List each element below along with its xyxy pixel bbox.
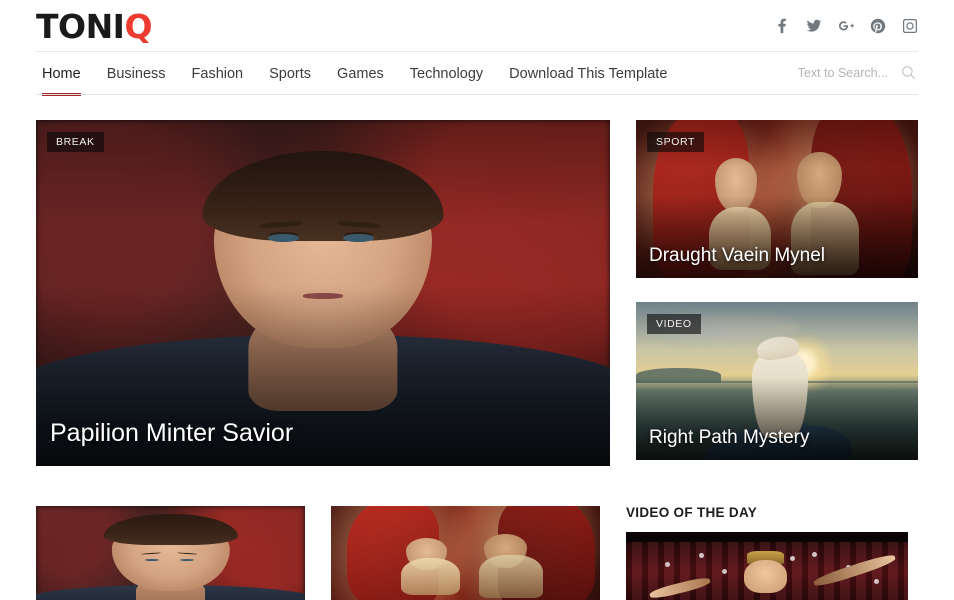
main-navigation: Home Business Fashion Sports Games Techn… [0,52,954,95]
nav-item-business[interactable]: Business [94,52,179,95]
facebook-icon[interactable] [773,18,790,35]
nav-item-download-this-template[interactable]: Download This Template [496,52,680,95]
category-badge-break[interactable]: BREAK [47,132,104,152]
nav-label: Sports [269,66,311,82]
bottom-article-card-2[interactable] [331,506,600,600]
bottom-article-row: VIDEO OF THE DAY [36,506,918,600]
category-badge-sport[interactable]: SPORT [647,132,704,152]
nav-label: Fashion [192,66,244,82]
video-of-the-day-heading: VIDEO OF THE DAY [626,506,908,520]
nav-item-fashion[interactable]: Fashion [179,52,257,95]
nav-label: Business [107,66,166,82]
logo-accent-text: Q [124,7,152,46]
search-box [768,63,918,85]
pinterest-icon[interactable] [869,18,886,35]
side-article-card-2[interactable]: VIDEO Right Path Mystery [636,302,918,460]
side-article-title-2[interactable]: Right Path Mystery [649,427,902,449]
instagram-icon[interactable] [901,18,918,35]
bottom-article-image-2 [331,506,600,600]
side-column: SPORT Draught Vaein Mynel VIDEO Right Pa… [636,120,918,466]
side-article-title-1[interactable]: Draught Vaein Mynel [649,245,902,267]
main-column: BREAK Papilion Minter Savior [36,120,610,466]
bottom-article-card-1[interactable] [36,506,305,600]
side-article-card-1[interactable]: SPORT Draught Vaein Mynel [636,120,918,278]
featured-article-image [36,120,610,466]
nav-label: Download This Template [509,66,667,82]
nav-item-sports[interactable]: Sports [256,52,324,95]
content-area: BREAK Papilion Minter Savior SPORT Draug… [0,95,954,466]
logo-main-text: TONI [36,7,124,46]
nav-label: Home [42,66,81,82]
nav-list: Home Business Fashion Sports Games Techn… [36,52,680,95]
page-root: TONIQ Home Business Fashion Sp [0,0,954,600]
featured-article-title[interactable]: Papilion Minter Savior [50,419,594,448]
site-logo[interactable]: TONIQ [36,10,152,43]
video-thumbnail-image [626,532,908,600]
nav-label: Technology [410,66,483,82]
video-of-the-day-thumbnail[interactable] [626,532,908,600]
social-links [773,18,918,35]
nav-label: Games [337,66,384,82]
search-input[interactable] [768,66,888,80]
nav-item-games[interactable]: Games [324,52,397,95]
search-button[interactable] [898,63,918,83]
category-badge-video[interactable]: VIDEO [647,314,701,334]
nav-item-home[interactable]: Home [36,52,94,95]
bottom-article-image-1 [36,506,305,600]
featured-article-card[interactable]: BREAK Papilion Minter Savior [36,120,610,466]
site-header: TONIQ [0,0,954,52]
twitter-icon[interactable] [805,18,822,35]
video-of-the-day-section: VIDEO OF THE DAY [626,506,908,600]
nav-item-technology[interactable]: Technology [397,52,496,95]
google-plus-icon[interactable] [837,18,854,35]
